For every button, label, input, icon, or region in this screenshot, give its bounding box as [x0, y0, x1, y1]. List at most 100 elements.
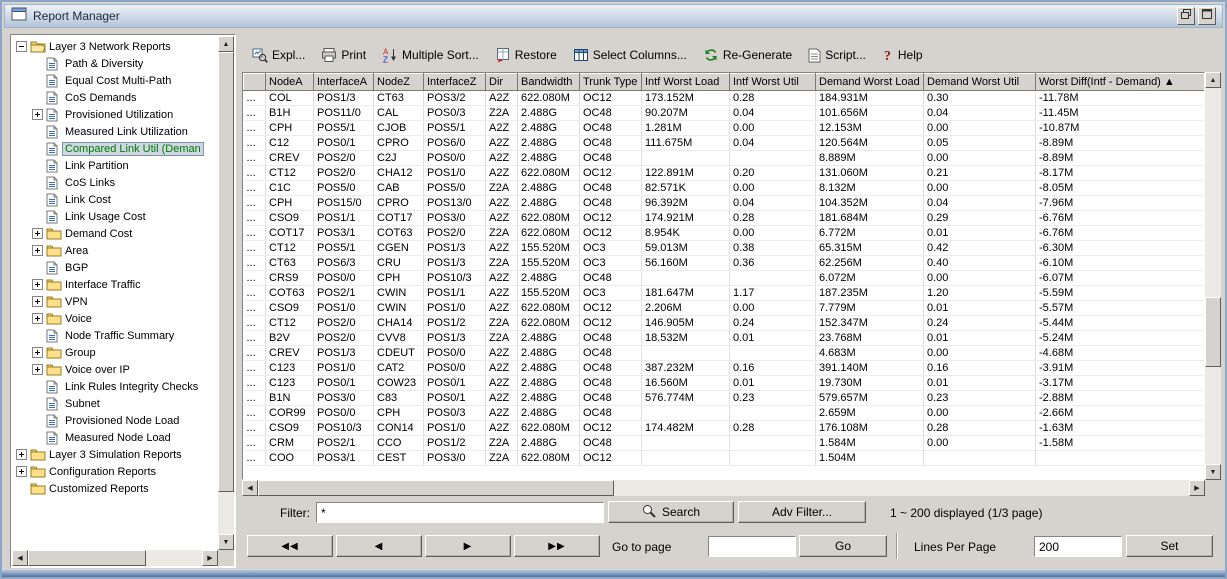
table-row[interactable]: ...CSO9POS1/0CWINPOS1/0A2Z622.080MOC122.… [244, 301, 1205, 316]
column-header-dir[interactable]: Dir [486, 74, 518, 91]
expand-icon[interactable] [32, 347, 43, 358]
table-row[interactable]: ...CT12POS2/0CHA12POS1/0A2Z622.080MOC121… [244, 166, 1205, 181]
table-row[interactable]: ...CRS9POS0/0CPHPOS10/3A2Z2.488GOC486.07… [244, 271, 1205, 286]
tree-item-subnet[interactable]: Subnet [12, 395, 218, 412]
adv-filter-button[interactable]: Adv Filter... [738, 501, 866, 523]
tree-item-link-cost[interactable]: Link Cost [12, 191, 218, 208]
table-row[interactable]: ...COLPOS1/3CT63POS3/2A2Z622.080MOC12173… [244, 91, 1205, 106]
scroll-left-button[interactable]: ◀ [242, 480, 258, 496]
scroll-right-button[interactable]: ▶ [202, 550, 218, 566]
tree-item-vpn[interactable]: VPN [12, 293, 218, 310]
scroll-left-button[interactable]: ◀ [12, 550, 28, 566]
tree-item-node-traffic-summary[interactable]: Node Traffic Summary [12, 327, 218, 344]
scrollbar-thumb[interactable] [218, 52, 234, 492]
table-row[interactable]: ...COT63POS2/1CWINPOS1/1A2Z155.520MOC318… [244, 286, 1205, 301]
column-header-trunk-type[interactable]: Trunk Type [580, 74, 642, 91]
table-row[interactable]: ...CRMPOS2/1CCOPOS1/2Z2A2.488GOC481.584M… [244, 436, 1205, 451]
table-row[interactable]: ...B1NPOS3/0C83POS0/1A2Z2.488GOC48576.77… [244, 391, 1205, 406]
column-header-bandwidth[interactable]: Bandwidth [518, 74, 580, 91]
tree-item-area[interactable]: Area [12, 242, 218, 259]
table-row[interactable]: ...CT63POS6/3CRUPOS1/3Z2A155.520MOC356.1… [244, 256, 1205, 271]
tree-item-link-usage-cost[interactable]: Link Usage Cost [12, 208, 218, 225]
table-row[interactable]: ...COR99POS0/0CPHPOS0/3A2Z2.488GOC482.65… [244, 406, 1205, 421]
expand-icon[interactable] [32, 313, 43, 324]
column-header-worst-diff-intf-demand[interactable]: Worst Diff(Intf - Demand) ▲ [1036, 74, 1205, 91]
tree-item-layer-3-network-reports[interactable]: Layer 3 Network Reports [12, 38, 218, 55]
column-header-intf-worst-util[interactable]: Intf Worst Util [730, 74, 816, 91]
column-header-demand-worst-load[interactable]: Demand Worst Load [816, 74, 924, 91]
restore-window-button[interactable] [1177, 7, 1195, 25]
expand-icon[interactable] [32, 364, 43, 375]
table-horizontal-scrollbar[interactable]: ◀ ▶ [242, 480, 1205, 496]
collapse-icon[interactable] [16, 41, 27, 52]
tree-item-link-partition[interactable]: Link Partition [12, 157, 218, 174]
table-row[interactable]: ...C12POS0/1CPROPOS6/0A2Z2.488GOC48111.6… [244, 136, 1205, 151]
tree-item-voice-over-ip[interactable]: Voice over IP [12, 361, 218, 378]
filter-input[interactable] [316, 502, 604, 523]
tree-horizontal-scrollbar[interactable]: ◀ ▶ [12, 550, 218, 566]
expand-icon[interactable] [16, 466, 27, 477]
expand-icon[interactable] [32, 245, 43, 256]
tree-item-link-rules-integrity-checks[interactable]: Link Rules Integrity Checks [12, 378, 218, 395]
lines-per-page-input[interactable] [1034, 536, 1122, 557]
toolbar-button-restore[interactable]: Restore [495, 47, 557, 63]
tree-item-measured-link-utilization[interactable]: Measured Link Utilization [12, 123, 218, 140]
scrollbar-thumb[interactable] [258, 480, 614, 496]
go-to-page-input[interactable] [708, 536, 796, 557]
maximize-window-button[interactable] [1198, 7, 1216, 25]
tree-item-interface-traffic[interactable]: Interface Traffic [12, 276, 218, 293]
column-header-interfacez[interactable]: InterfaceZ [424, 74, 486, 91]
tree-item-measured-node-load[interactable]: Measured Node Load [12, 429, 218, 446]
column-header-interfacea[interactable]: InterfaceA [314, 74, 374, 91]
tree-item-provisioned-node-load[interactable]: Provisioned Node Load [12, 412, 218, 429]
expand-icon[interactable] [32, 228, 43, 239]
table-row[interactable]: ...C123POS1/0CAT2POS0/0A2Z2.488GOC48387.… [244, 361, 1205, 376]
toolbar-button-print[interactable]: Print [321, 47, 366, 63]
toolbar-button-re-generate[interactable]: Re-Generate [703, 47, 792, 63]
table-row[interactable]: ...COT17POS3/1COT63POS2/0Z2A622.080MOC12… [244, 226, 1205, 241]
scroll-down-button[interactable]: ▼ [1205, 464, 1221, 480]
toolbar-button-select-columns[interactable]: Select Columns... [573, 47, 687, 63]
tree-item-group[interactable]: Group [12, 344, 218, 361]
toolbar-button-script[interactable]: Script... [808, 48, 866, 63]
table-row[interactable]: ...CREVPOS1/3CDEUTPOS0/0A2Z2.488GOC484.6… [244, 346, 1205, 361]
table-row[interactable]: ...C1CPOS5/0CABPOS5/0Z2A2.488GOC4882.571… [244, 181, 1205, 196]
first-page-button[interactable]: ◀◀ [247, 535, 333, 557]
expand-icon[interactable] [32, 279, 43, 290]
toolbar-button-help[interactable]: ?Help [882, 47, 923, 63]
expand-icon[interactable] [16, 449, 27, 460]
prev-page-button[interactable]: ◀ [336, 535, 422, 557]
table-row[interactable]: ...CPHPOS5/1CJOBPOS5/1A2Z2.488GOC481.281… [244, 121, 1205, 136]
tree-item-layer-3-simulation-reports[interactable]: Layer 3 Simulation Reports [12, 446, 218, 463]
go-button[interactable]: Go [799, 535, 887, 557]
toolbar-button-explore[interactable]: Expl... [252, 47, 305, 63]
tree-item-bgp[interactable]: BGP [12, 259, 218, 276]
set-button[interactable]: Set [1126, 535, 1213, 557]
scroll-up-button[interactable]: ▲ [1205, 72, 1221, 88]
table-row[interactable]: ...C123POS0/1COW23POS0/1A2Z2.488GOC4816.… [244, 376, 1205, 391]
tree-item-provisioned-utilization[interactable]: Provisioned Utilization [12, 106, 218, 123]
tree-item-equal-cost-multi-path[interactable]: Equal Cost Multi-Path [12, 72, 218, 89]
table-vertical-scrollbar[interactable]: ▲ ▼ [1205, 72, 1221, 480]
tree-item-customized-reports[interactable]: Customized Reports [12, 480, 218, 497]
scroll-right-button[interactable]: ▶ [1189, 480, 1205, 496]
toolbar-button-multiple-sort[interactable]: AZMultiple Sort... [382, 47, 479, 63]
last-page-button[interactable]: ▶▶ [514, 535, 600, 557]
table-row[interactable]: ...COOPOS3/1CESTPOS3/0Z2A622.080MOC121.5… [244, 451, 1205, 466]
tree-item-configuration-reports[interactable]: Configuration Reports [12, 463, 218, 480]
table-row[interactable]: ...CT12POS5/1CGENPOS1/3A2Z155.520MOC359.… [244, 241, 1205, 256]
column-header-nodez[interactable]: NodeZ [374, 74, 424, 91]
tree-item-compared-link-util-deman[interactable]: Compared Link Util (Deman [12, 140, 218, 157]
scrollbar-thumb[interactable] [28, 550, 146, 566]
next-page-button[interactable]: ▶ [425, 535, 511, 557]
column-header-demand-worst-util[interactable]: Demand Worst Util [924, 74, 1036, 91]
scroll-down-button[interactable]: ▼ [218, 534, 234, 550]
table-row[interactable]: ...B1HPOS11/0CALPOS0/3Z2A2.488GOC4890.20… [244, 106, 1205, 121]
table-row[interactable]: ...CREVPOS2/0C2JPOS0/0A2Z2.488GOC488.889… [244, 151, 1205, 166]
tree-item-cos-links[interactable]: CoS Links [12, 174, 218, 191]
tree-item-demand-cost[interactable]: Demand Cost [12, 225, 218, 242]
table-row[interactable]: ...B2VPOS2/0CVV8POS1/3Z2A2.488GOC4818.53… [244, 331, 1205, 346]
search-button[interactable]: Search [608, 501, 734, 523]
tree-item-path-diversity[interactable]: Path & Diversity [12, 55, 218, 72]
table-row[interactable]: ...CSO9POS1/1COT17POS3/0A2Z622.080MOC121… [244, 211, 1205, 226]
